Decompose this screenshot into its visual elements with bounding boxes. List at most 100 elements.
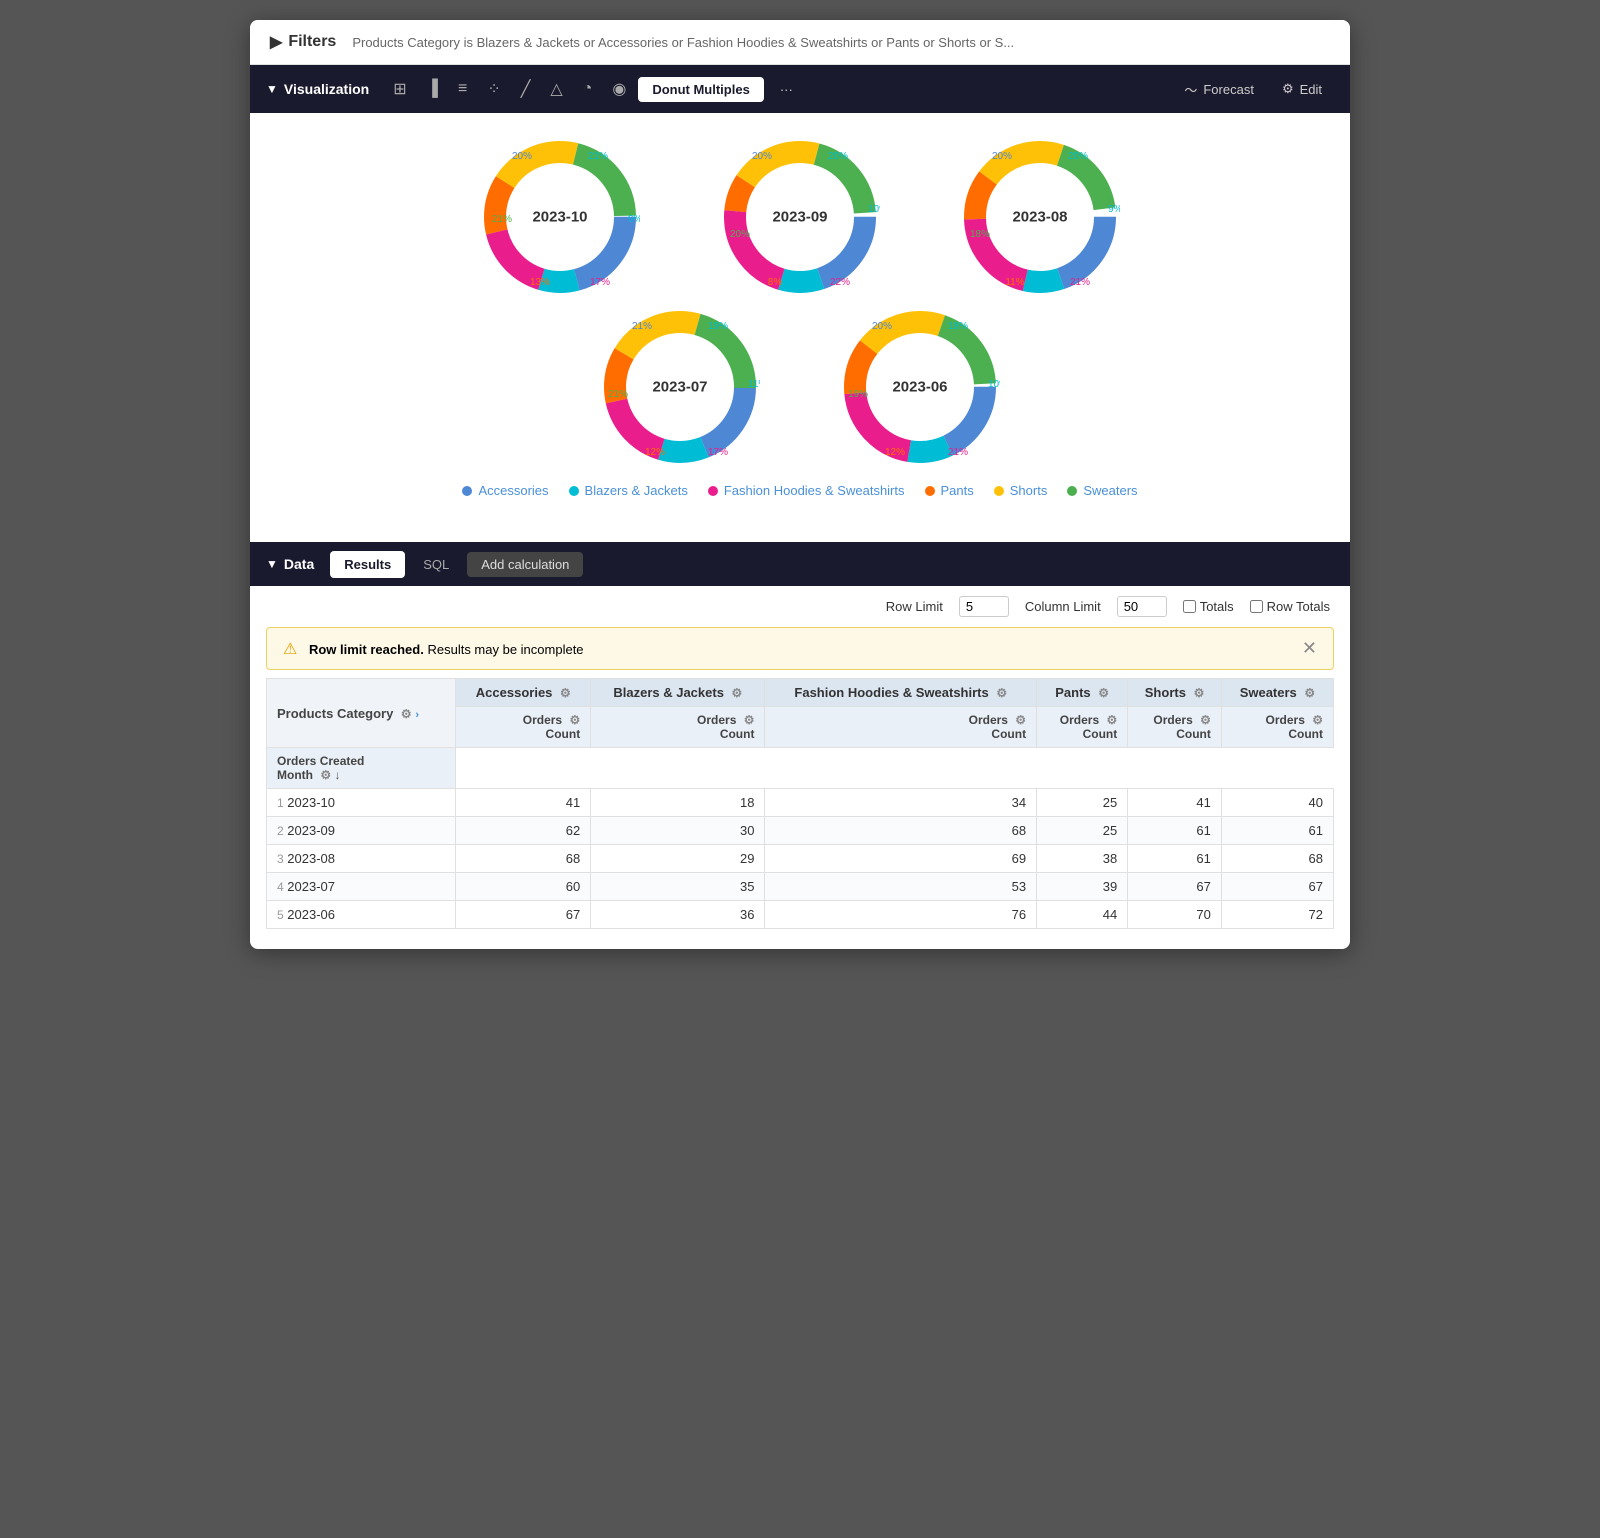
area-chart-icon[interactable]: △: [542, 73, 570, 105]
settings-icon-hoodies[interactable]: ⚙: [996, 686, 1007, 700]
legend-hoodies[interactable]: Fashion Hoodies & Sweatshirts: [708, 483, 905, 498]
tab-sql[interactable]: SQL: [409, 551, 463, 578]
row-number: 1: [277, 796, 284, 810]
row-number: 4: [277, 880, 284, 894]
table-row: 5 2023-06 67 36 76 44 70 72: [267, 901, 1334, 929]
cell-sweaters: 67: [1221, 873, 1333, 901]
cell-blazers: 29: [591, 845, 765, 873]
filters-toggle[interactable]: ▶ Filters: [270, 32, 336, 52]
cell-shorts: 61: [1128, 817, 1222, 845]
settings-icon-blz-count[interactable]: ⚙: [744, 713, 755, 727]
row-number: 3: [277, 852, 284, 866]
legend-pants[interactable]: Pants: [925, 483, 974, 498]
cell-hoodies: 76: [765, 901, 1037, 929]
settings-icon-blazers[interactable]: ⚙: [732, 686, 743, 700]
chart-label-2023-10: 2023-10: [532, 209, 587, 226]
cell-month: 2 2023-09: [267, 817, 456, 845]
row-totals-checkbox[interactable]: [1250, 600, 1263, 613]
cell-hoodies: 34: [765, 789, 1037, 817]
settings-icon-pants[interactable]: ⚙: [1098, 686, 1109, 700]
donut-2023-08: 2023-08 20% 20% 9% 21% 11% 18%: [960, 137, 1120, 297]
cell-month: 3 2023-08: [267, 845, 456, 873]
col-limit-input[interactable]: [1117, 596, 1167, 617]
donut-2023-09: 2023-09 20% 20% 10% 22% 8% 20%: [720, 137, 880, 297]
legend-sweaters[interactable]: Sweaters: [1067, 483, 1137, 498]
more-options-button[interactable]: ···: [768, 76, 805, 103]
row-totals-checkbox-label[interactable]: Row Totals: [1250, 599, 1330, 614]
charts-area: 2023-10 20% 21% 9% 17% 13% 21%: [250, 113, 1350, 542]
settings-icon-accessories[interactable]: ⚙: [560, 686, 571, 700]
chart-label-2023-09: 2023-09: [772, 209, 827, 226]
totals-checkbox[interactable]: [1183, 600, 1196, 613]
edit-button[interactable]: ⚙ Edit: [1270, 75, 1334, 103]
tab-results[interactable]: Results: [330, 551, 405, 578]
cell-blazers: 30: [591, 817, 765, 845]
forecast-icon: 〜: [1184, 80, 1197, 99]
legend-label-sweaters: Sweaters: [1083, 483, 1137, 498]
legend-dot-pants: [925, 486, 935, 496]
table-row: 4 2023-07 60 35 53 39 67 67: [267, 873, 1334, 901]
pivot-link[interactable]: ›: [415, 709, 419, 721]
settings-icon-sht-count[interactable]: ⚙: [1200, 713, 1211, 727]
subheader-month-label[interactable]: Orders CreatedMonth ⚙ ↓: [267, 748, 456, 789]
forecast-button[interactable]: 〜 Forecast: [1172, 74, 1266, 105]
table-row: 1 2023-10 41 18 34 25 41 40: [267, 789, 1334, 817]
donut-2023-07: 2023-07 21% 19% 11% 17% 12% 21%: [600, 307, 760, 467]
cell-blazers: 36: [591, 901, 765, 929]
settings-icon-hoo-count[interactable]: ⚙: [1015, 713, 1026, 727]
table-icon[interactable]: ⊞: [385, 73, 414, 105]
chevron-right-icon: ▶: [270, 32, 282, 52]
line-chart-icon[interactable]: ╱: [513, 73, 539, 105]
donut-multiples-tab[interactable]: Donut Multiples: [638, 77, 764, 102]
warning-text: Results may be incomplete: [427, 642, 583, 657]
filters-text: Products Category is Blazers & Jackets o…: [352, 35, 1014, 50]
legend-label-pants: Pants: [941, 483, 974, 498]
col-limit-label: Column Limit: [1025, 599, 1101, 614]
map-icon[interactable]: ◉: [604, 73, 634, 105]
col-header-blazers: Blazers & Jackets ⚙: [591, 679, 765, 707]
sort-icon-month[interactable]: ↓: [334, 768, 340, 782]
warning-content: ⚠ Row limit reached. Results may be inco…: [283, 639, 584, 659]
col-header-shorts: Shorts ⚙: [1128, 679, 1222, 707]
cell-sweaters: 40: [1221, 789, 1333, 817]
subheader-hoodies-count: Orders ⚙ Count: [765, 707, 1037, 748]
settings-icon-shorts[interactable]: ⚙: [1194, 686, 1205, 700]
settings-icon-products[interactable]: ⚙: [401, 707, 412, 721]
cell-hoodies: 69: [765, 845, 1037, 873]
totals-checkbox-label[interactable]: Totals: [1183, 599, 1234, 614]
settings-icon-acc-count[interactable]: ⚙: [569, 713, 580, 727]
legend-blazers[interactable]: Blazers & Jackets: [569, 483, 688, 498]
cell-shorts: 61: [1128, 845, 1222, 873]
clock-icon[interactable]: ◔: [575, 74, 601, 104]
cell-hoodies: 68: [765, 817, 1037, 845]
viz-label: ▼ Visualization: [266, 81, 369, 97]
settings-icon-sweaters[interactable]: ⚙: [1304, 686, 1315, 700]
row-number: 5: [277, 908, 284, 922]
legend-accessories[interactable]: Accessories: [462, 483, 548, 498]
legend-dot-hoodies: [708, 486, 718, 496]
settings-icon-swt-count[interactable]: ⚙: [1312, 713, 1323, 727]
main-window: ▶ Filters Products Category is Blazers &…: [250, 20, 1350, 949]
chart-row-1: 2023-10 20% 21% 9% 17% 13% 21%: [290, 137, 1310, 297]
legend-label-accessories: Accessories: [478, 483, 548, 498]
row-limit-input[interactable]: [959, 596, 1009, 617]
warning-close-button[interactable]: ✕: [1302, 638, 1317, 659]
legend-label-hoodies: Fashion Hoodies & Sweatshirts: [724, 483, 905, 498]
cell-accessories: 62: [456, 817, 591, 845]
bar-chart-icon[interactable]: ▐: [419, 74, 446, 104]
col-header-accessories: Accessories ⚙: [456, 679, 591, 707]
filters-bar: ▶ Filters Products Category is Blazers &…: [250, 20, 1350, 65]
sorted-list-icon[interactable]: ≡: [450, 74, 475, 104]
chart-row-2: 2023-07 21% 19% 11% 17% 12% 21%: [290, 307, 1310, 467]
cell-month: 5 2023-06: [267, 901, 456, 929]
legend-shorts[interactable]: Shorts: [994, 483, 1048, 498]
cell-month: 1 2023-10: [267, 789, 456, 817]
scatter-icon[interactable]: ⁘: [479, 73, 508, 105]
add-calculation-button[interactable]: Add calculation: [467, 552, 583, 577]
cell-accessories: 60: [456, 873, 591, 901]
settings-icon-month[interactable]: ⚙: [320, 768, 331, 782]
row-number: 2: [277, 824, 284, 838]
cell-month: 4 2023-07: [267, 873, 456, 901]
settings-icon-pnt-count[interactable]: ⚙: [1106, 713, 1117, 727]
cell-shorts: 70: [1128, 901, 1222, 929]
